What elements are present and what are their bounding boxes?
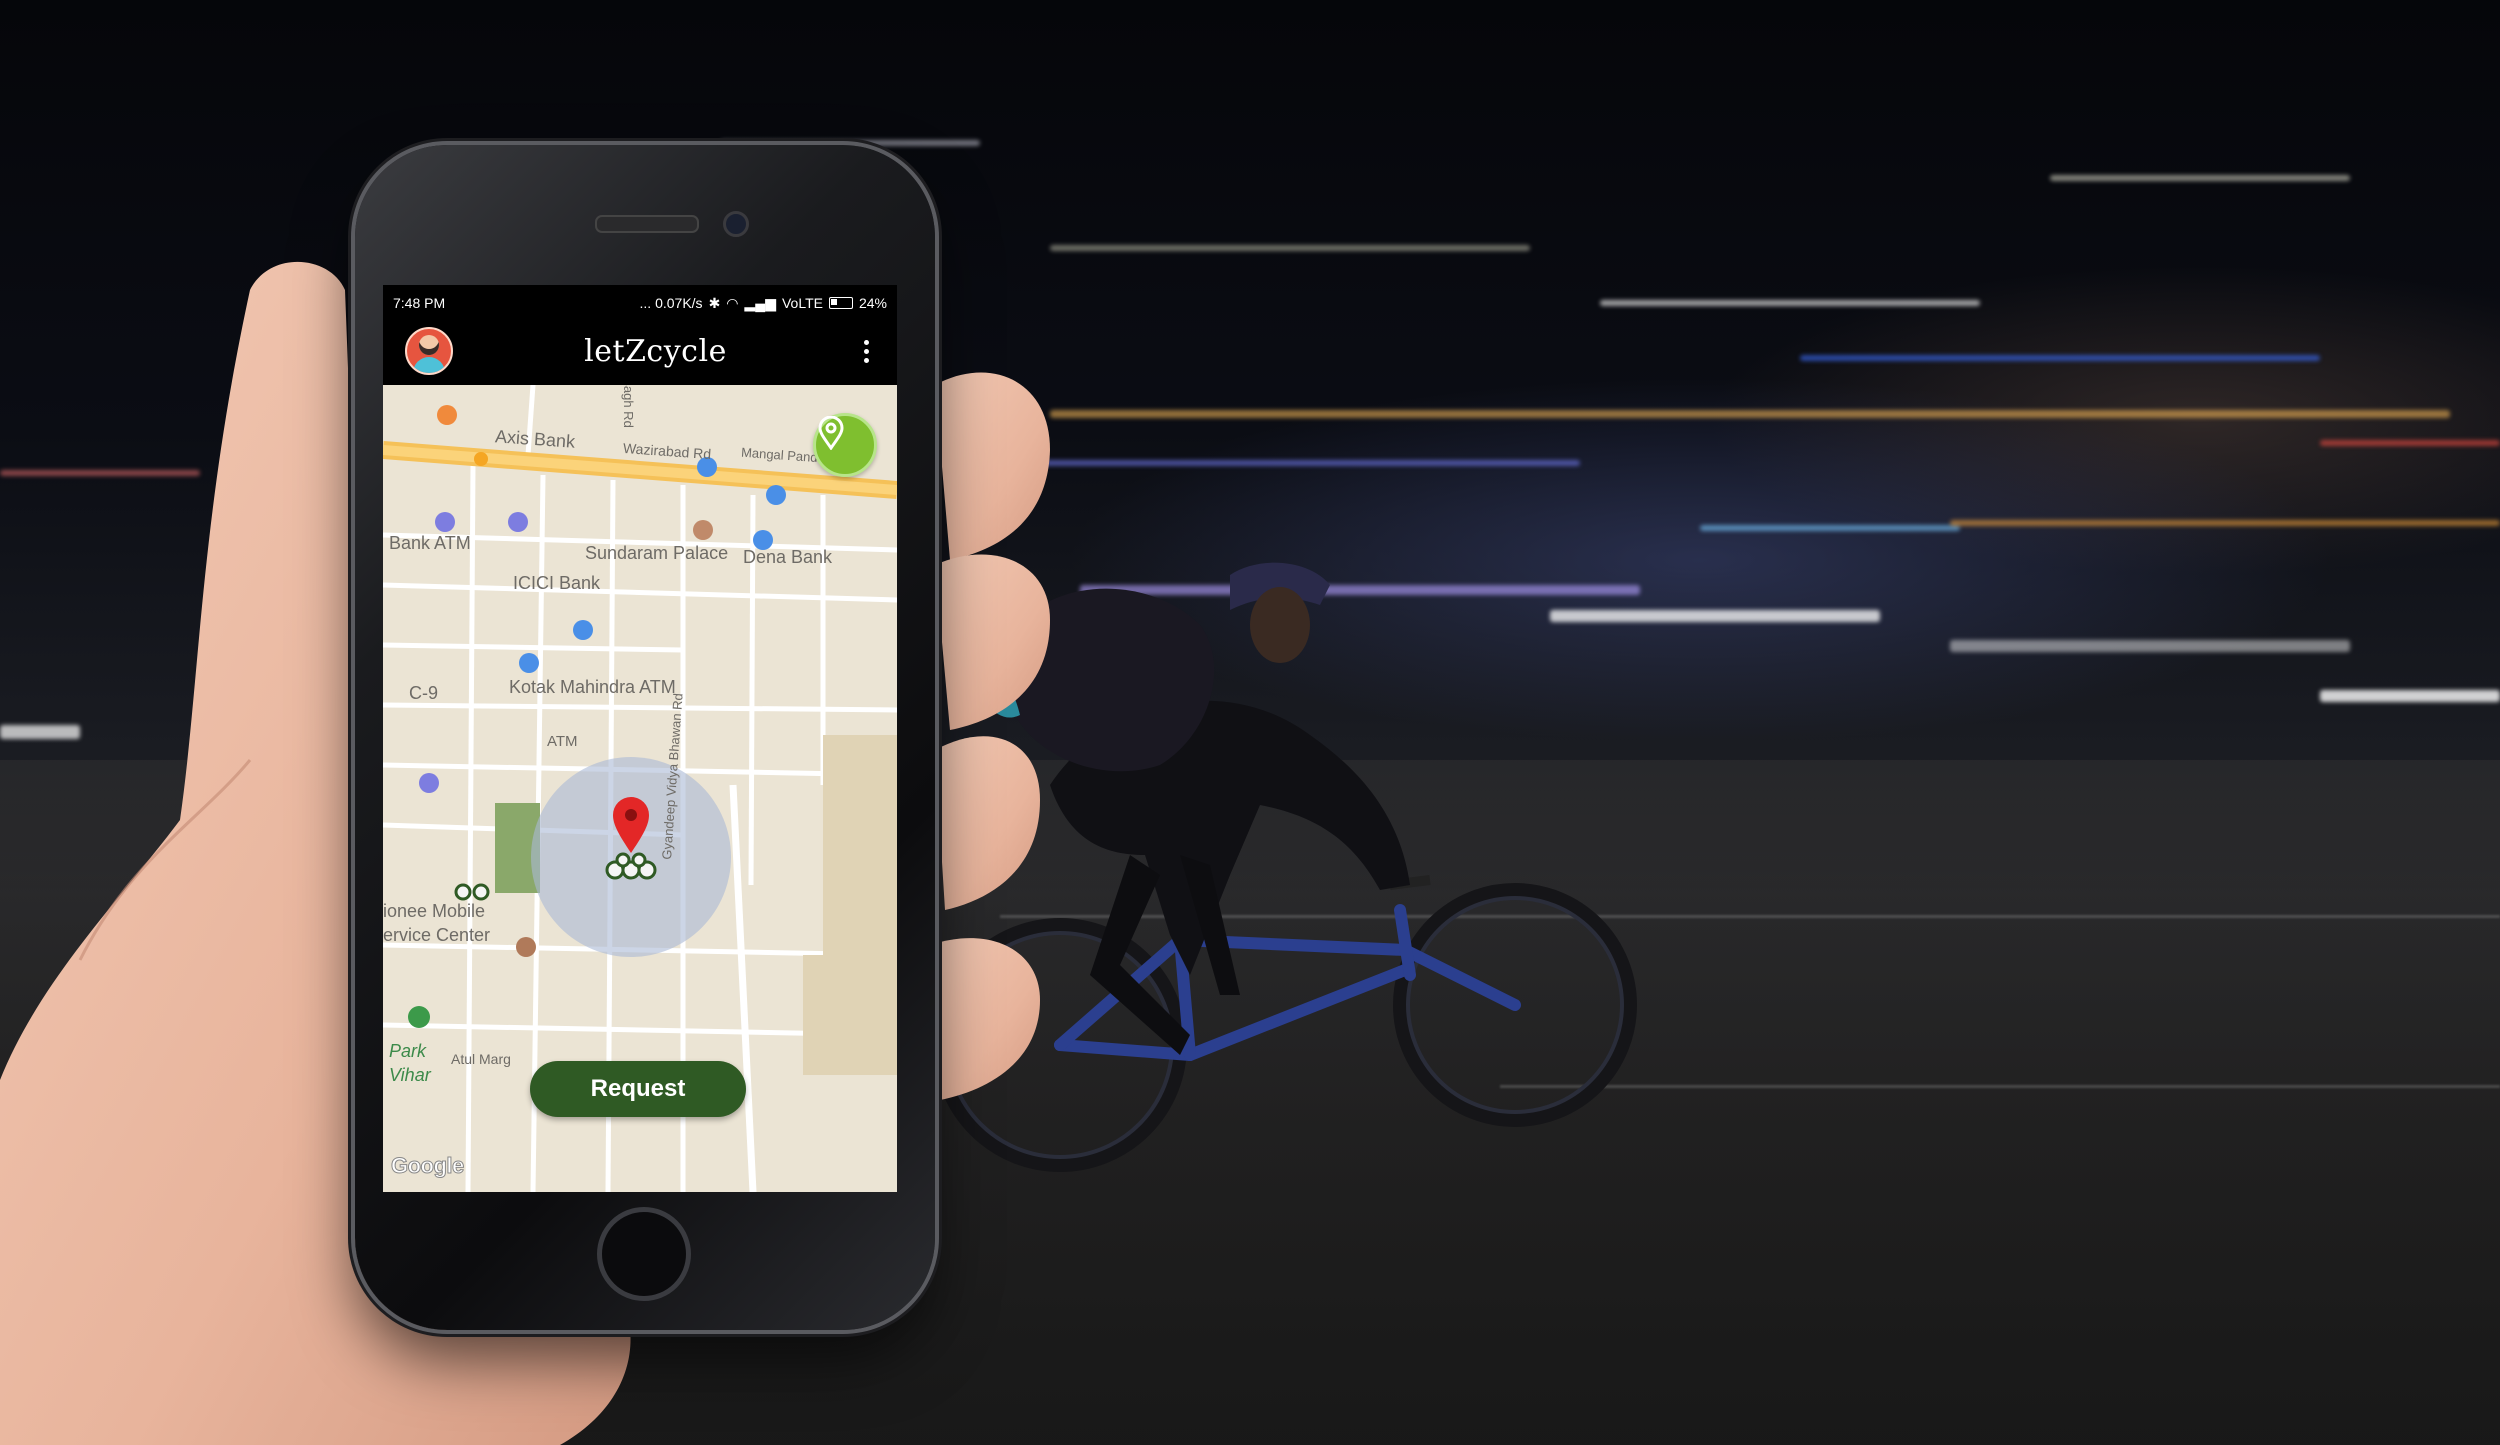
map-label-dena-bank: Dena Bank	[743, 547, 833, 567]
status-bar: 7:48 PM ... 0.07K/s ✱ ◠ ▂▄▆ VoLTE 24%	[383, 285, 897, 321]
app-title: letZcycle	[584, 333, 727, 369]
map-label-mobile-service-1: ionee Mobile	[383, 901, 486, 921]
map-label-vihar: Vihar	[389, 1065, 431, 1085]
map-label-icici-bank: ICICI Bank	[513, 573, 601, 593]
map-label-atul-marg: Atul Marg	[451, 1051, 511, 1067]
status-icons: ... 0.07K/s ✱ ◠ ▂▄▆ VoLTE 24%	[640, 295, 887, 312]
map-label-kotak-atm: Kotak Mahindra ATM	[509, 677, 676, 697]
light-streak	[1020, 460, 1580, 466]
battery-level: 24%	[858, 295, 887, 311]
light-streak	[1600, 300, 1980, 306]
smartphone: 7:48 PM ... 0.07K/s ✱ ◠ ▂▄▆ VoLTE 24% le…	[355, 145, 935, 1330]
map-view[interactable]: Axis Bank Wazirabad Rd Mangal Pandey Mar…	[383, 385, 897, 1192]
battery-icon	[828, 297, 853, 309]
wifi-icon: ◠	[726, 294, 739, 311]
map-label-sundaram-palace: Sundaram Palace	[585, 543, 729, 563]
light-streak	[1050, 245, 1530, 251]
network-speed: ... 0.07K/s	[639, 295, 703, 311]
light-streak	[1800, 355, 2320, 361]
light-streak	[1050, 410, 2450, 418]
phone-front-camera	[723, 211, 749, 237]
home-button[interactable]	[597, 1207, 691, 1301]
signal-icon: ▂▄▆	[744, 294, 776, 311]
carrier-label: VoLTE	[781, 295, 823, 311]
more-vert-icon[interactable]	[858, 334, 875, 369]
phone-screen: 7:48 PM ... 0.07K/s ✱ ◠ ▂▄▆ VoLTE 24% le…	[383, 285, 897, 1192]
map-label-bank-atm: Bank ATM	[389, 533, 471, 553]
bluetooth-icon: ✱	[708, 294, 721, 311]
status-time: 7:48 PM	[393, 295, 446, 311]
google-logo: Google	[391, 1153, 465, 1179]
user-avatar-icon[interactable]	[405, 327, 453, 375]
light-streak	[1950, 520, 2500, 526]
location-pin-icon[interactable]	[813, 413, 877, 477]
map-label-mobile-service-2: ervice Center	[383, 925, 491, 945]
light-streak	[1700, 525, 1960, 531]
light-streak	[2320, 690, 2500, 702]
map-label-park: Park	[389, 1041, 427, 1061]
map-label-atm: ATM	[547, 733, 578, 750]
phone-speaker	[595, 215, 699, 233]
light-streak	[2050, 175, 2350, 181]
map-label-c9: C-9	[409, 683, 439, 703]
request-button[interactable]: Request	[530, 1061, 746, 1117]
app-bar: letZcycle	[383, 321, 897, 381]
map-label-bagh-rd: Bagh Rd	[620, 385, 636, 428]
light-streak	[1950, 640, 2350, 652]
light-streak	[2320, 440, 2500, 446]
